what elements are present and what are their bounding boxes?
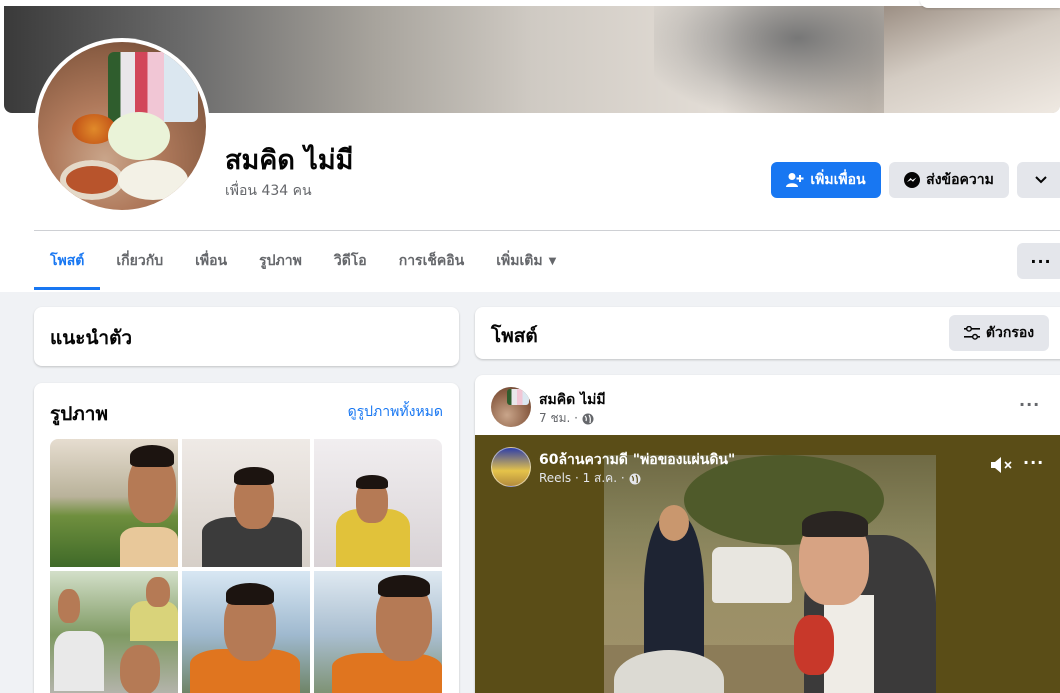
globe-icon — [629, 473, 641, 484]
filter-button[interactable]: ตัวกรอง — [949, 315, 1049, 351]
filter-label: ตัวกรอง — [985, 325, 1035, 341]
globe-icon — [582, 413, 594, 424]
tab-posts[interactable]: โพสต์ — [34, 232, 101, 290]
photos-title: รูปภาพ — [50, 403, 108, 425]
post-author-avatar[interactable] — [491, 387, 531, 427]
posts-title: โพสต์ — [491, 325, 538, 347]
mute-button[interactable] — [987, 453, 1017, 477]
header-divider — [34, 230, 1060, 231]
caret-down-icon: ▼ — [548, 255, 557, 267]
message-button[interactable]: ส่งข้อความ — [889, 162, 1009, 198]
photo-thumbnail[interactable] — [314, 439, 442, 567]
friends-count[interactable]: เพื่อน 434 คน — [225, 180, 312, 202]
top-chip — [920, 0, 1060, 8]
photo-thumbnail[interactable] — [50, 571, 178, 693]
profile-name: สมคิด ไม่มี — [225, 145, 354, 176]
profile-tabs: โพสต์ เกี่ยวกับ เพื่อน รูปภาพ วิดีโอ การ… — [34, 232, 572, 290]
add-friend-icon — [786, 173, 804, 187]
intro-card: แนะนำตัว — [34, 307, 459, 366]
post-card: สมคิด ไม่มี 7 ชม. · ··· 60ล้านความดี "พ่… — [475, 375, 1060, 693]
photos-card: รูปภาพ ดูรูปภาพทั้งหมด — [34, 383, 459, 693]
photo-thumbnail[interactable] — [182, 571, 310, 693]
message-label: ส่งข้อความ — [926, 172, 994, 188]
reel-video[interactable] — [604, 455, 936, 693]
reel-meta: Reels · 1 ส.ค. · — [539, 469, 641, 488]
photo-thumbnail[interactable] — [314, 571, 442, 693]
post-author-name[interactable]: สมคิด ไม่มี — [539, 389, 606, 411]
reel-options-button[interactable]: ··· — [1023, 453, 1044, 472]
reel-title[interactable]: 60ล้านความดี "พ่อของแผ่นดิน" — [539, 449, 735, 471]
add-friend-button[interactable]: เพิ่มเพื่อน — [771, 162, 881, 198]
reel-page-avatar[interactable] — [491, 447, 531, 487]
reel-source-time: Reels · 1 ส.ค. · — [539, 471, 625, 485]
shared-reel[interactable]: 60ล้านความดี "พ่อของแผ่นดิน" Reels · 1 ส… — [475, 435, 1060, 693]
profile-picture[interactable] — [34, 38, 210, 214]
chevron-down-icon — [1035, 176, 1047, 184]
profile-header: สมคิด ไม่มี เพื่อน 434 คน เพิ่มเพื่อน ส่… — [0, 0, 1060, 292]
see-all-photos-link[interactable]: ดูรูปภาพทั้งหมด — [348, 401, 443, 423]
speaker-muted-icon — [991, 457, 1012, 473]
photo-grid — [50, 439, 443, 693]
messenger-icon — [904, 172, 921, 188]
tab-videos[interactable]: วิดีโอ — [318, 232, 383, 290]
tab-photos[interactable]: รูปภาพ — [243, 232, 318, 290]
post-options-button[interactable]: ··· — [1019, 395, 1040, 414]
post-meta: 7 ชม. · — [539, 409, 594, 428]
tab-more[interactable]: เพิ่มเติม ▼ — [480, 232, 572, 290]
ellipsis-icon: ··· — [1030, 251, 1052, 271]
photo-thumbnail[interactable] — [50, 439, 178, 567]
tabs-ellipsis-button[interactable]: ··· — [1017, 243, 1060, 279]
ellipsis-icon: ··· — [1019, 395, 1041, 414]
tab-checkins[interactable]: การเช็คอิน — [383, 232, 481, 290]
tab-about[interactable]: เกี่ยวกับ — [100, 232, 179, 290]
filter-icon — [963, 326, 980, 340]
photo-thumbnail[interactable] — [182, 439, 310, 567]
ellipsis-icon: ··· — [1023, 453, 1045, 472]
posts-header-card: โพสต์ ตัวกรอง — [475, 307, 1060, 359]
tab-friends[interactable]: เพื่อน — [179, 232, 243, 290]
more-options-button[interactable] — [1017, 162, 1060, 198]
post-time[interactable]: 7 ชม. · — [539, 409, 578, 428]
add-friend-label: เพิ่มเพื่อน — [810, 172, 866, 188]
intro-title: แนะนำตัว — [50, 327, 133, 349]
